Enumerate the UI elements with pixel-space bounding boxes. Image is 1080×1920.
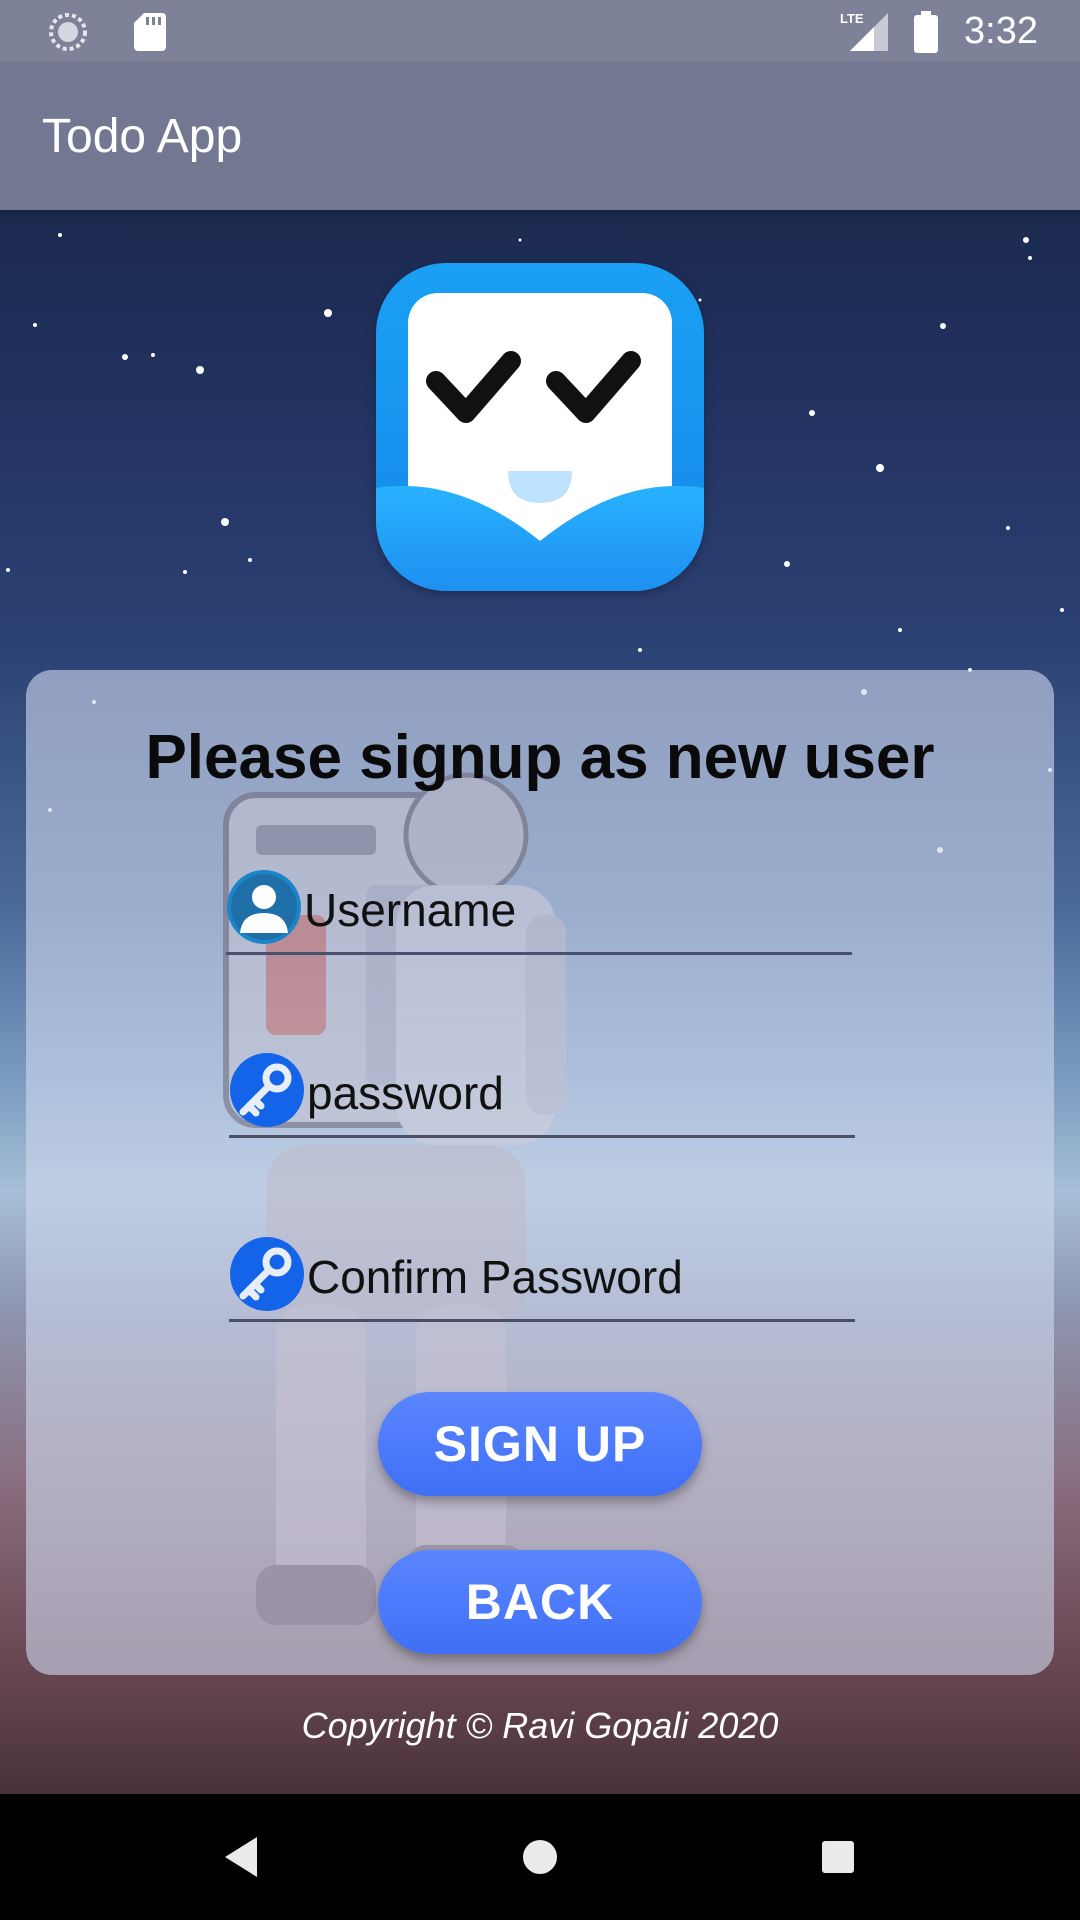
navigation-bar xyxy=(0,1794,1080,1920)
todo-logo-icon xyxy=(376,263,704,591)
lte-signal-icon: LTE xyxy=(840,11,889,51)
lte-label: LTE xyxy=(840,11,864,26)
password-input[interactable]: password xyxy=(307,1066,504,1120)
status-bar: LTE 3:32 xyxy=(0,0,1080,63)
key-icon xyxy=(230,1237,304,1311)
key-icon xyxy=(230,1053,304,1127)
username-input[interactable]: Username xyxy=(304,883,516,937)
sd-card-icon xyxy=(134,13,166,51)
recents-square-icon[interactable] xyxy=(803,1822,873,1892)
battery-icon xyxy=(914,10,939,53)
user-icon xyxy=(227,870,301,944)
app-bar: Todo App xyxy=(0,63,1080,210)
status-time: 3:32 xyxy=(964,10,1038,52)
back-button[interactable]: BACK xyxy=(378,1550,702,1654)
confirm-password-field[interactable]: Confirm Password xyxy=(229,1232,855,1322)
sync-icon xyxy=(49,13,87,51)
app-title: Todo App xyxy=(42,110,243,163)
signup-title: Please signup as new user xyxy=(145,723,935,792)
username-field[interactable]: Username xyxy=(226,865,852,955)
copyright-text: Copyright © Ravi Gopali 2020 xyxy=(301,1705,779,1746)
home-circle-icon[interactable] xyxy=(505,1822,575,1892)
password-field[interactable]: password xyxy=(229,1048,855,1138)
confirm-password-input[interactable]: Confirm Password xyxy=(307,1250,683,1304)
sign-up-button[interactable]: SIGN UP xyxy=(378,1392,702,1496)
back-triangle-icon[interactable] xyxy=(205,1822,275,1892)
signup-card: Please signup as new user Username passw… xyxy=(26,670,1054,1675)
